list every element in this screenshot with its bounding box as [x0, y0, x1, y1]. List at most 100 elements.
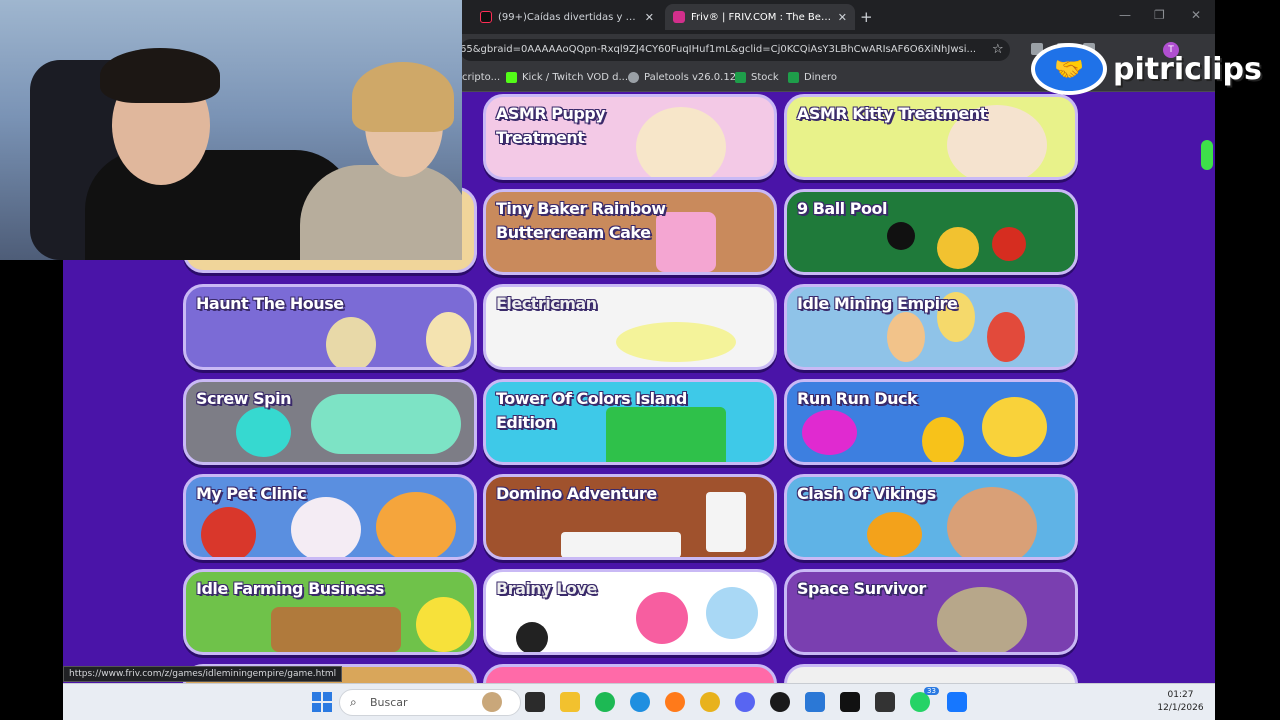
friv-icon — [673, 11, 685, 23]
chrome-icon[interactable] — [700, 692, 720, 712]
sun-art — [416, 597, 471, 652]
bookmark-item[interactable]: Kick / Twitch VOD d... — [506, 72, 628, 83]
game-card[interactable]: Tower Of Colors Island Edition — [483, 379, 777, 465]
game-title: Space Survivor — [797, 579, 926, 598]
tab-tiktok[interactable]: (99+)Caídas divertidas y risas c ✕ — [472, 4, 662, 30]
app-icon[interactable] — [805, 692, 825, 712]
slime-art — [802, 410, 857, 455]
tab-title: Friv® | FRIV.COM : The Best Fre — [691, 11, 832, 23]
domino-art — [706, 492, 746, 552]
miner-art — [987, 312, 1025, 362]
game-card[interactable]: Domino Adventure — [483, 474, 777, 560]
bookmark-item[interactable]: Paletools v26.0.12 — [628, 72, 736, 83]
parrot-art — [201, 507, 256, 557]
game-card[interactable]: ASMR Kitty Treatment — [784, 94, 1078, 180]
firefox-icon[interactable] — [665, 692, 685, 712]
game-card[interactable]: My Pet Clinic — [183, 474, 477, 560]
game-card[interactable]: Run Run Duck — [784, 379, 1078, 465]
tab-title: (99+)Caídas divertidas y risas c — [498, 11, 639, 23]
spotify-icon[interactable] — [595, 692, 615, 712]
bookmark-label: Paletools v26.0.12 — [644, 72, 737, 83]
person-1-hair — [100, 48, 220, 103]
screw-art — [236, 407, 291, 457]
game-title: ASMR Puppy Treatment — [496, 104, 606, 147]
minimize-icon[interactable]: — — [1119, 8, 1131, 22]
tiktok-icon[interactable] — [840, 692, 860, 712]
bomb-art — [516, 622, 548, 652]
ball-art — [887, 222, 915, 250]
maximize-icon[interactable]: ❐ — [1154, 8, 1165, 22]
explosion-art — [867, 512, 922, 557]
handshake-icon: 🤝 — [1031, 43, 1107, 95]
edge-icon[interactable] — [630, 692, 650, 712]
bunny-art — [291, 497, 361, 557]
close-window-icon[interactable]: ✕ — [1191, 8, 1201, 22]
close-tab-icon[interactable]: ✕ — [838, 11, 847, 24]
ghost-art — [326, 317, 376, 367]
game-card[interactable]: Tiny Baker Rainbow Buttercream Cake — [483, 189, 777, 275]
game-title: My Pet Clinic — [196, 484, 307, 503]
pitriclips-logo: 🤝 pitriclips — [1031, 43, 1262, 95]
obs-icon[interactable] — [770, 692, 790, 712]
game-title: Tiny Baker Rainbow Buttercream Cake — [496, 199, 666, 242]
game-title: Run Run Duck — [797, 389, 918, 408]
miner-art — [887, 312, 925, 362]
game-card[interactable]: Clash Of Vikings — [784, 474, 1078, 560]
game-card-partial[interactable] — [784, 664, 1078, 683]
bookmark-star-icon[interactable]: ☆ — [992, 42, 1004, 57]
egg-art — [922, 417, 964, 462]
game-title: Domino Adventure — [496, 484, 657, 503]
ball-9-art — [937, 227, 979, 269]
game-card[interactable]: ASMR Puppy Treatment — [483, 94, 777, 180]
game-card[interactable]: Haunt The House — [183, 284, 477, 370]
webcam-overlay — [0, 0, 462, 260]
app-icon[interactable] — [947, 692, 967, 712]
game-title: Idle Farming Business — [196, 579, 384, 598]
bookmark-label: Dinero — [804, 72, 837, 83]
game-title: 9 Ball Pool — [797, 199, 887, 218]
bookmark-item[interactable]: Stock — [735, 72, 779, 83]
logo-text: pitriclips — [1113, 51, 1262, 87]
weather-widget-icon[interactable] — [482, 692, 502, 712]
domino-art — [561, 532, 681, 557]
search-placeholder: Buscar — [370, 696, 408, 709]
game-card[interactable]: Electricman — [483, 284, 777, 370]
bookmark-item[interactable]: cripto... — [462, 72, 500, 83]
close-tab-icon[interactable]: ✕ — [645, 11, 654, 24]
game-card[interactable]: 9 Ball Pool — [784, 189, 1078, 275]
stickman-art — [616, 322, 736, 362]
discord-icon[interactable] — [735, 692, 755, 712]
game-title: Idle Mining Empire — [797, 294, 958, 313]
capcut-icon[interactable] — [875, 692, 895, 712]
tab-friv[interactable]: Friv® | FRIV.COM : The Best Fre ✕ — [665, 4, 855, 30]
person-2-body — [300, 165, 462, 260]
game-title: Electricman — [496, 294, 597, 313]
bookmark-label: Stock — [751, 72, 779, 83]
page-scrollbar-thumb[interactable] — [1201, 140, 1213, 170]
ball-art — [992, 227, 1026, 261]
system-clock[interactable]: 01:27 12/1/2026 — [1153, 689, 1208, 715]
game-title: Clash Of Vikings — [797, 484, 936, 503]
game-card[interactable]: Idle Mining Empire — [784, 284, 1078, 370]
game-title: Screw Spin — [196, 389, 291, 408]
gear-icon — [628, 72, 639, 83]
bookmark-item[interactable]: Dinero — [788, 72, 837, 83]
task-view-icon[interactable] — [525, 692, 545, 712]
file-explorer-icon[interactable] — [560, 692, 580, 712]
character-art — [426, 312, 471, 367]
game-title: Tower Of Colors Island Edition — [496, 389, 687, 432]
bookmark-label: Kick / Twitch VOD d... — [522, 72, 628, 83]
address-bar[interactable]: 65&gbraid=0AAAAAoQQpn-Rxql9ZJ4CY60FuqIHu… — [460, 39, 1010, 61]
game-card[interactable]: Space Survivor — [784, 569, 1078, 655]
kick-icon — [506, 72, 517, 83]
whatsapp-badge: 33 — [924, 687, 939, 695]
game-card[interactable]: Brainy Love — [483, 569, 777, 655]
worried-face-art — [706, 587, 758, 639]
game-card-partial[interactable] — [483, 664, 777, 683]
game-title: ASMR Kitty Treatment — [797, 104, 987, 123]
game-card[interactable]: Screw Spin — [183, 379, 477, 465]
game-card[interactable]: Idle Farming Business — [183, 569, 477, 655]
windows-start-icon[interactable] — [312, 692, 332, 712]
new-tab-button[interactable]: + — [860, 8, 873, 26]
whatsapp-icon[interactable] — [910, 692, 930, 712]
